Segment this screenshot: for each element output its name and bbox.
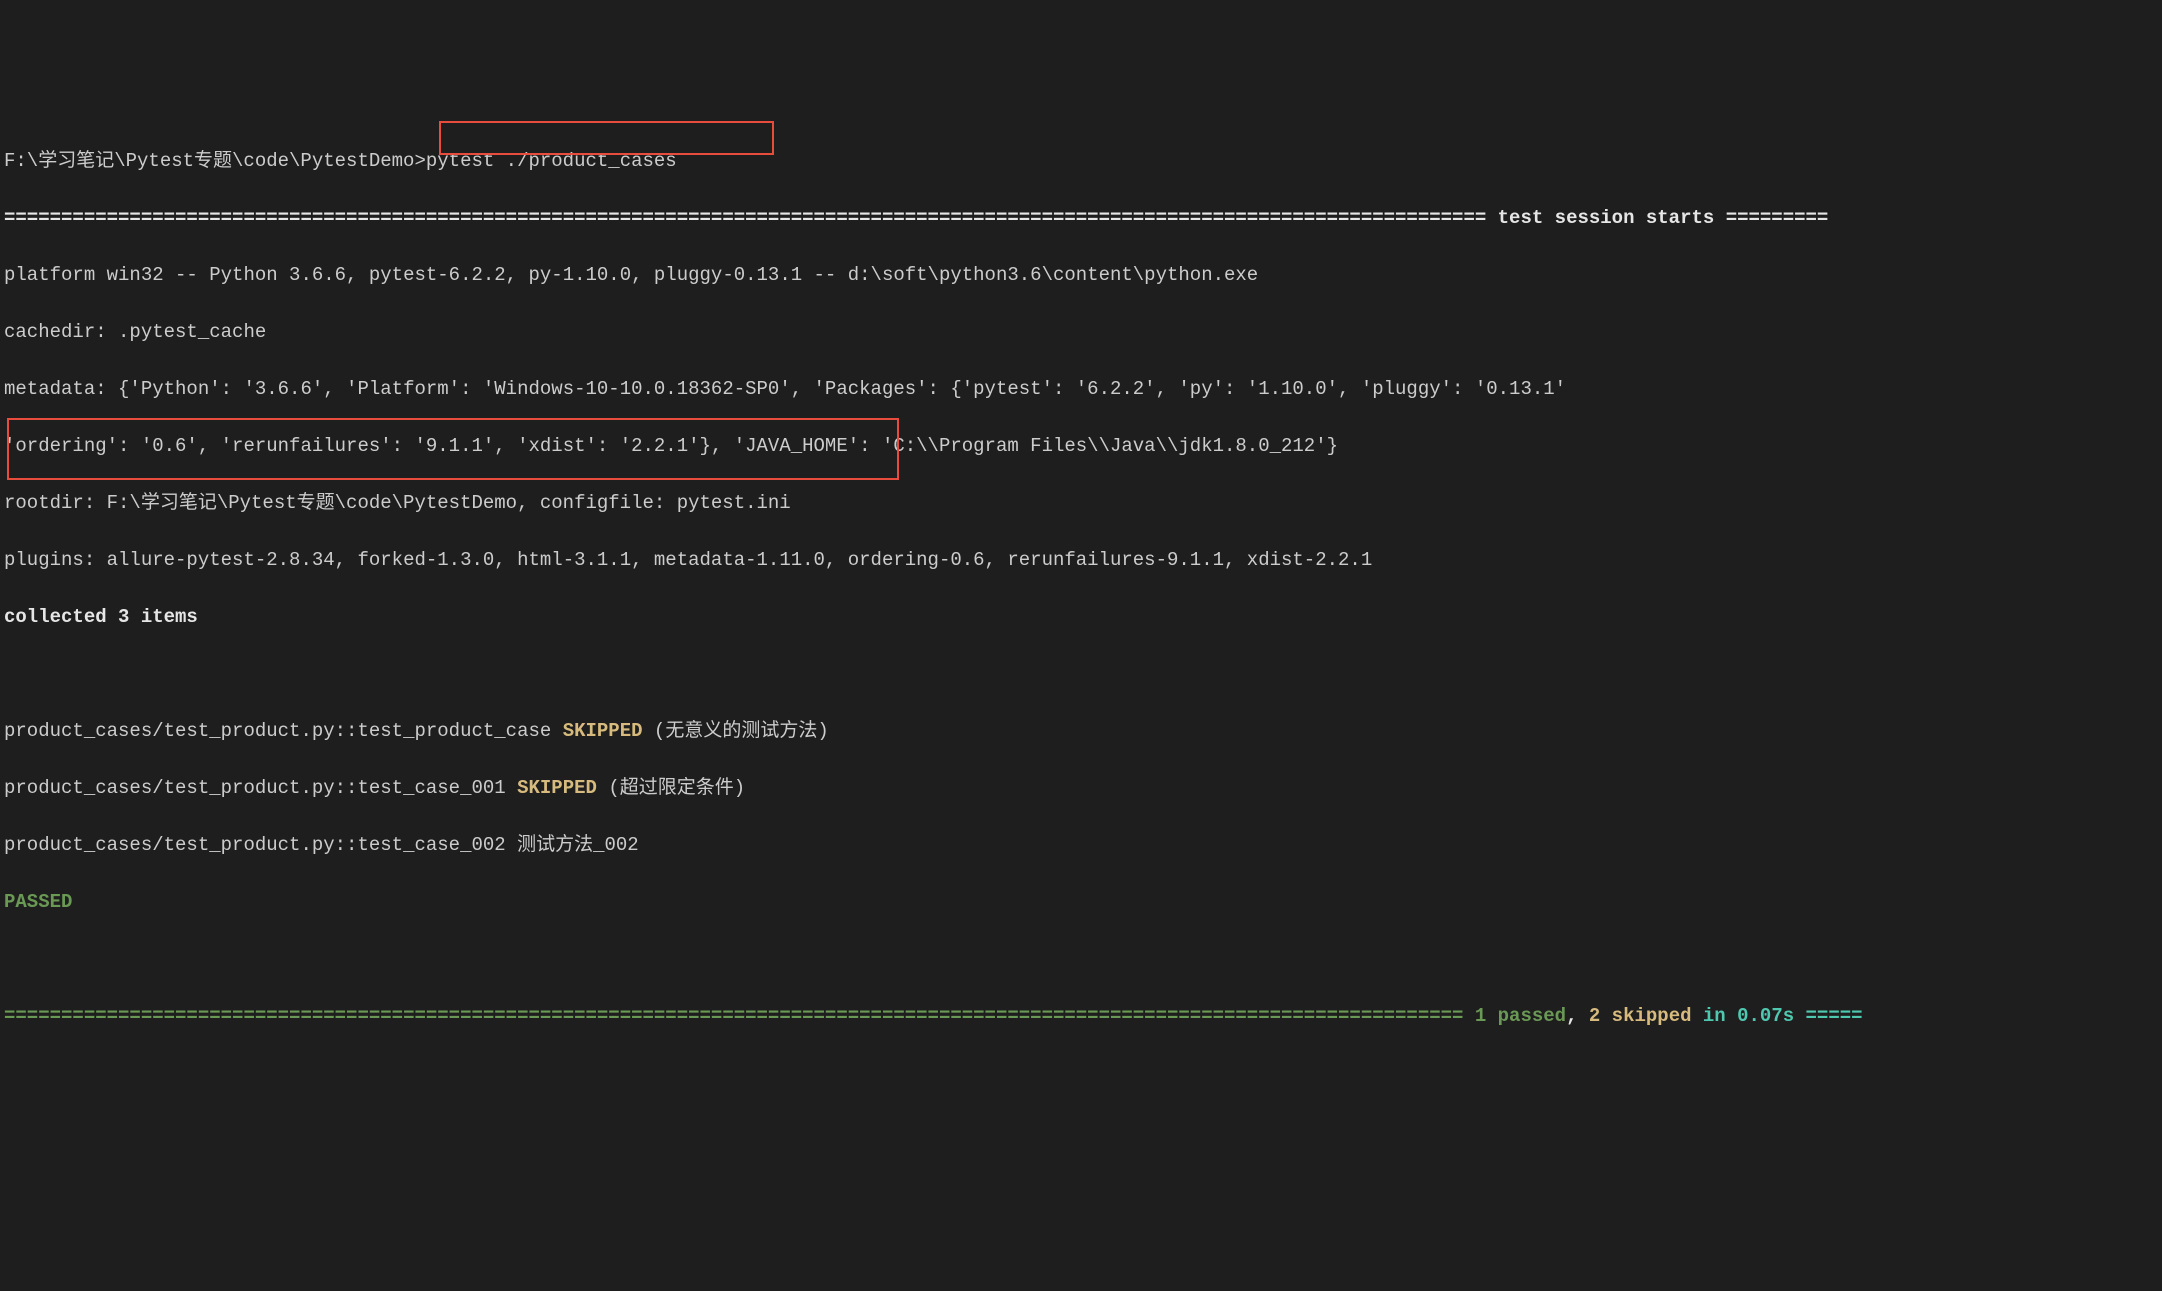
summary-footer: ========================================… bbox=[4, 1002, 2158, 1031]
timing-info: in 0.07s bbox=[1692, 1005, 1795, 1027]
plugins-info: plugins: allure-pytest-2.8.34, forked-1.… bbox=[4, 546, 2158, 575]
rule-left: ========================================… bbox=[4, 1005, 1475, 1027]
test-result-3: product_cases/test_product.py::test_case… bbox=[4, 831, 2158, 860]
collected-info: collected 3 items bbox=[4, 603, 2158, 632]
test-result-2: product_cases/test_product.py::test_case… bbox=[4, 774, 2158, 803]
status-passed: PASSED bbox=[4, 888, 2158, 917]
passed-count: 1 passed bbox=[1475, 1005, 1566, 1027]
prompt-line[interactable]: F:\学习笔记\Pytest专题\code\PytestDemo>pytest … bbox=[4, 147, 2158, 176]
rule-left: ========================================… bbox=[4, 207, 1486, 229]
test-path: product_cases/test_product.py::test_case… bbox=[4, 834, 639, 856]
metadata-line-2: 'ordering': '0.6', 'rerunfailures': '9.1… bbox=[4, 432, 2158, 461]
status-skipped: SKIPPED bbox=[517, 777, 597, 799]
test-result-1: product_cases/test_product.py::test_prod… bbox=[4, 717, 2158, 746]
cachedir-info: cachedir: .pytest_cache bbox=[4, 318, 2158, 347]
blank-line bbox=[4, 945, 2158, 974]
status-skipped: SKIPPED bbox=[563, 720, 643, 742]
separator: , bbox=[1566, 1005, 1589, 1027]
rule-right: ===== bbox=[1794, 1005, 1862, 1027]
session-header: ========================================… bbox=[4, 204, 2158, 233]
prompt-path: F:\学习笔记\Pytest专题\code\PytestDemo> bbox=[4, 150, 426, 172]
command-text: pytest ./product_cases bbox=[426, 150, 677, 172]
session-title: test session starts bbox=[1486, 207, 1725, 229]
skipped-count: 2 skipped bbox=[1589, 1005, 1692, 1027]
skip-reason: (无意义的测试方法) bbox=[643, 720, 829, 742]
rule-right: ========= bbox=[1726, 207, 1829, 229]
skip-reason: (超过限定条件) bbox=[597, 777, 745, 799]
platform-info: platform win32 -- Python 3.6.6, pytest-6… bbox=[4, 261, 2158, 290]
test-path: product_cases/test_product.py::test_prod… bbox=[4, 720, 563, 742]
metadata-line-1: metadata: {'Python': '3.6.6', 'Platform'… bbox=[4, 375, 2158, 404]
blank-line bbox=[4, 660, 2158, 689]
terminal-output: F:\学习笔记\Pytest专题\code\PytestDemo>pytest … bbox=[4, 118, 2158, 1144]
test-path: product_cases/test_product.py::test_case… bbox=[4, 777, 517, 799]
rootdir-info: rootdir: F:\学习笔记\Pytest专题\code\PytestDem… bbox=[4, 489, 2158, 518]
